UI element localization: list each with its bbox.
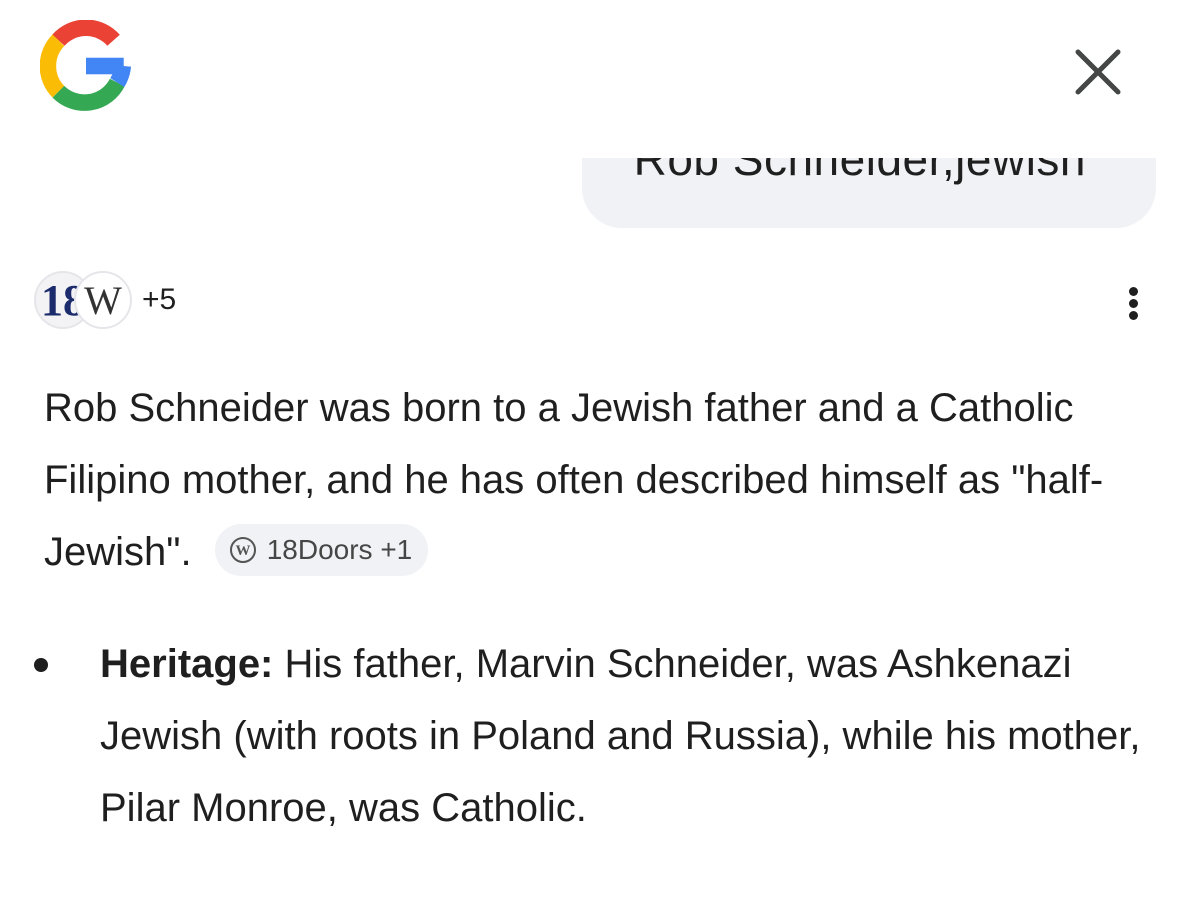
citation-chip[interactable]: W 18Doors +1 xyxy=(214,524,429,577)
more-options-button[interactable] xyxy=(1118,284,1148,324)
wikipedia-icon[interactable]: W xyxy=(74,271,132,329)
query-bubble: Rob Schneider,jewish xyxy=(582,158,1156,228)
close-button[interactable] xyxy=(1068,42,1128,102)
sources-more-count[interactable]: +5 xyxy=(142,283,176,317)
svg-text:W: W xyxy=(235,543,250,559)
citation-chip-label: 18Doors +1 xyxy=(266,534,413,566)
query-text: Rob Schneider,jewish xyxy=(633,158,1086,185)
list-item-heading: Heritage: xyxy=(100,642,274,686)
answer-text: Rob Schneider was born to a Jewish fathe… xyxy=(44,386,1104,574)
google-g-icon xyxy=(39,19,132,112)
answer-paragraph: Rob Schneider was born to a Jewish fathe… xyxy=(44,372,1154,588)
wordpress-icon: W xyxy=(229,537,256,564)
more-vert-icon xyxy=(1128,287,1138,296)
bullet-icon xyxy=(34,658,48,672)
list-item-text: Heritage: His father, Marvin Schneider, … xyxy=(100,628,1160,844)
sources-row[interactable]: 18 W +5 xyxy=(34,270,176,330)
close-icon xyxy=(1075,49,1121,95)
wikipedia-icon-label: W xyxy=(84,277,122,323)
